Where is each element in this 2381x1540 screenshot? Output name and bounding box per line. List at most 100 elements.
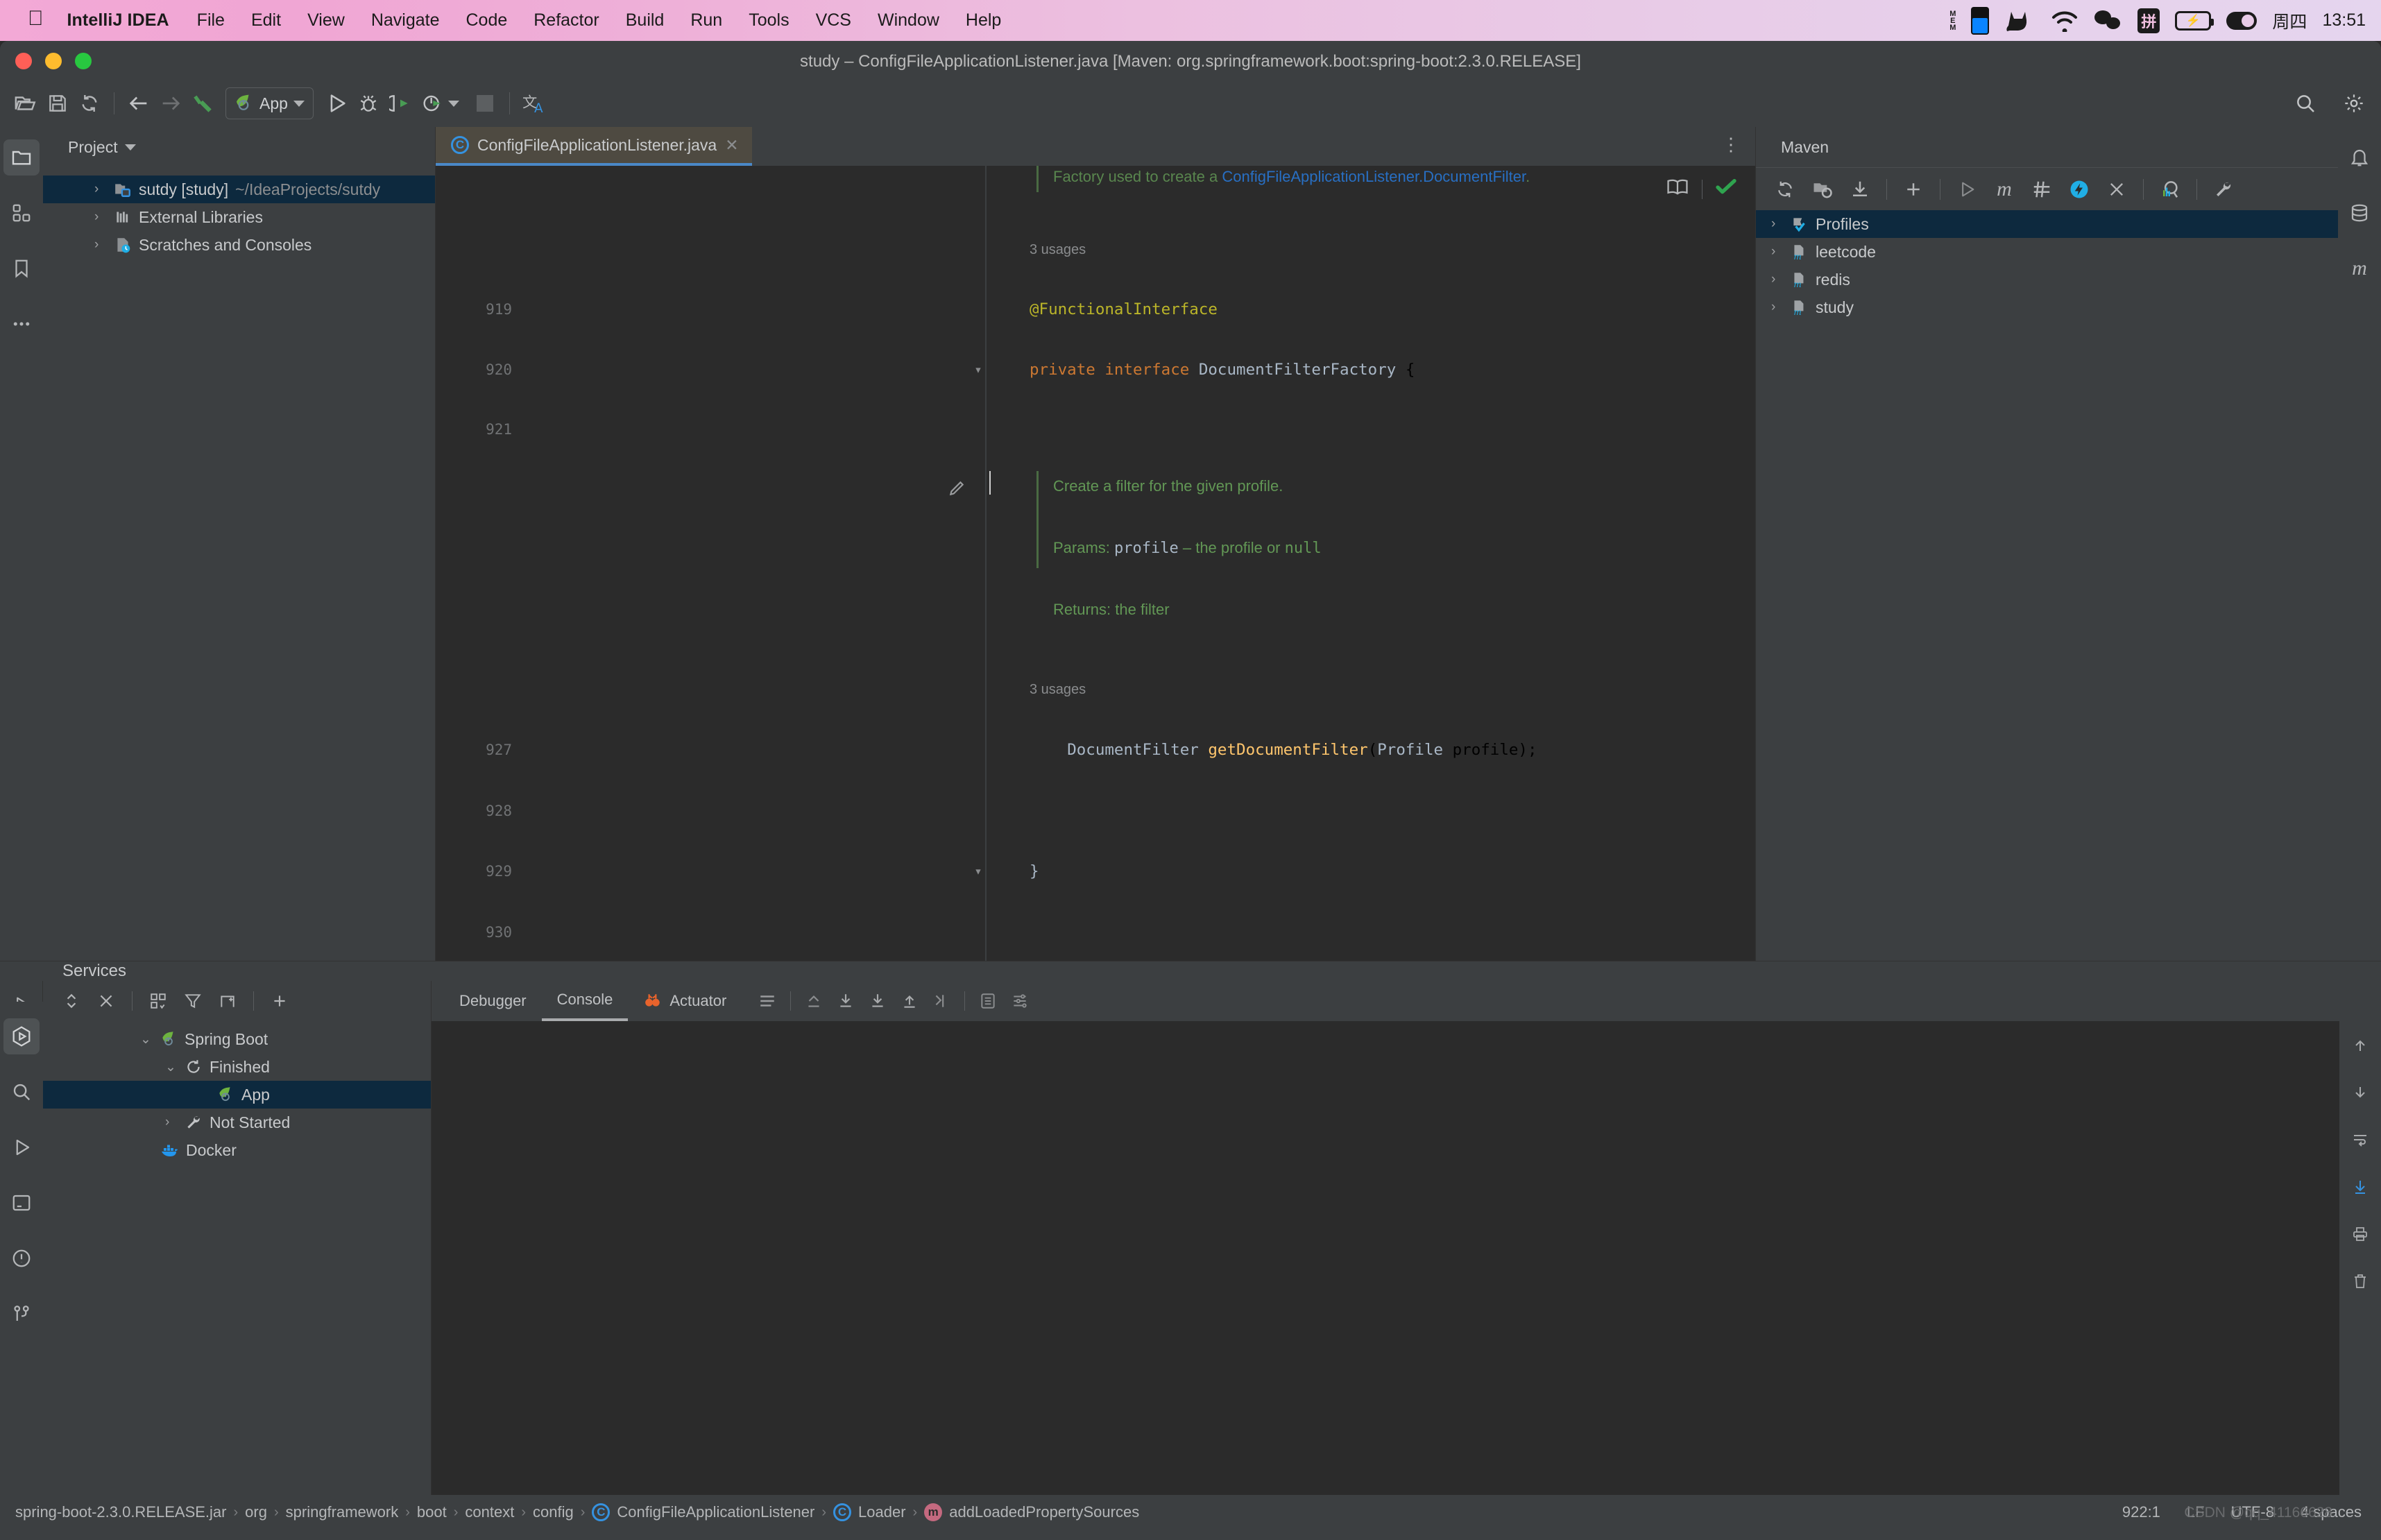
scroll-to-end-icon[interactable] [2344, 1171, 2376, 1203]
project-tree-item-sutdy[interactable]: › sutdy [study] ~/IdeaProjects/sutdy [43, 176, 435, 203]
fold-marker-icon[interactable]: ▾ [970, 864, 987, 879]
execute-goal-icon[interactable] [2063, 173, 2096, 206]
open-folder-icon[interactable] [10, 87, 42, 119]
project-panel-header[interactable]: Project [43, 127, 435, 167]
usages-hint[interactable]: 3 usages [1030, 682, 1086, 698]
project-icon[interactable] [3, 139, 40, 176]
expand-arrow-icon[interactable]: › [165, 1115, 178, 1130]
download-sources-icon[interactable] [1843, 173, 1877, 206]
search-everywhere-icon[interactable] [2289, 87, 2321, 119]
profile-icon[interactable] [416, 87, 448, 119]
database-icon[interactable] [2341, 195, 2378, 231]
fold-marker-icon[interactable]: ▾ [970, 362, 987, 377]
services-tree-item-app[interactable]: App [43, 1081, 431, 1109]
group-by-icon[interactable] [142, 985, 174, 1017]
terminal-icon[interactable] [3, 1185, 40, 1221]
expand-arrow-icon[interactable]: › [1771, 244, 1784, 259]
breadcrumb-boot[interactable]: boot [417, 1503, 447, 1521]
notifications-icon[interactable] [2341, 139, 2378, 176]
menu-code[interactable]: Code [466, 10, 507, 31]
settings-icon[interactable] [1004, 985, 1036, 1017]
editor-tabs-more-icon[interactable]: ⋮ [1722, 134, 1740, 155]
chevron-down-icon[interactable] [293, 100, 305, 107]
maven-tree-item-profiles[interactable]: › Profiles [1756, 210, 2338, 238]
menubar-clock[interactable]: 13:51 [2322, 10, 2366, 31]
memory-indicator-icon[interactable]: MEM [1949, 10, 1956, 31]
close-icon[interactable]: ✕ [725, 136, 738, 155]
maven-panel-header[interactable]: Maven [1756, 127, 2338, 167]
edit-pencil-icon[interactable] [948, 479, 966, 502]
add-maven-project-icon[interactable] [1806, 173, 1839, 206]
settings-gear-icon[interactable] [2338, 87, 2370, 119]
services-tree-item-not-started[interactable]: › Not Started [43, 1109, 431, 1136]
close-icon[interactable] [2100, 173, 2133, 206]
menu-help[interactable]: Help [966, 10, 1001, 31]
reload-all-icon[interactable] [1768, 173, 1802, 206]
maven-m-icon[interactable]: m [1988, 173, 2021, 206]
collapse-arrow-icon[interactable]: ⌄ [140, 1032, 153, 1047]
menu-navigate[interactable]: Navigate [371, 10, 440, 31]
services-tree-item-finished[interactable]: ⌄ Finished [43, 1053, 431, 1081]
maven-icon[interactable]: m [2341, 250, 2378, 286]
breadcrumb-class[interactable]: ConfigFileApplicationListener [617, 1503, 814, 1521]
control-center-toggle-icon[interactable] [2226, 11, 2258, 30]
evaluate-icon[interactable] [972, 985, 1004, 1017]
print-icon[interactable] [2344, 1218, 2376, 1250]
expand-arrow-icon[interactable]: › [1771, 300, 1784, 315]
profile-dropdown-icon[interactable] [447, 100, 459, 107]
services-tree-item-docker[interactable]: Docker [43, 1136, 431, 1164]
debug-button[interactable] [352, 87, 384, 119]
wifi-icon[interactable] [2050, 10, 2079, 32]
chevron-down-icon[interactable] [124, 144, 136, 151]
expand-arrow-icon[interactable]: › [1771, 272, 1784, 287]
profiler-icon[interactable] [2153, 173, 2187, 206]
expand-arrow-icon[interactable]: › [94, 209, 107, 225]
settings-wrench-icon[interactable] [2207, 173, 2240, 206]
tab-actuator[interactable]: Actuator [628, 981, 742, 1021]
translate-icon[interactable]: 文A [518, 87, 550, 119]
menu-run[interactable]: Run [690, 10, 722, 31]
battery-charging-icon[interactable]: ⚡ [2175, 10, 2214, 31]
expand-arrow-icon[interactable]: › [94, 182, 107, 197]
add-service-icon[interactable] [264, 985, 296, 1017]
breadcrumb-inner-class[interactable]: Loader [858, 1503, 906, 1521]
menu-window[interactable]: Window [878, 10, 939, 31]
breadcrumb-jar[interactable]: spring-boot-2.3.0.RELEASE.jar [15, 1503, 227, 1521]
breadcrumb-org[interactable]: org [245, 1503, 267, 1521]
more-icon[interactable] [3, 306, 40, 342]
step-out-icon[interactable] [894, 985, 925, 1017]
close-tab-icon[interactable] [90, 985, 122, 1017]
reading-mode-icon[interactable] [1666, 177, 1689, 201]
stop-button[interactable] [469, 87, 501, 119]
breadcrumb-config[interactable]: config [533, 1503, 574, 1521]
find-icon[interactable] [3, 1074, 40, 1110]
build-hammer-icon[interactable] [187, 87, 219, 119]
console-output-area[interactable] [432, 1021, 2381, 1515]
soft-wrap-icon[interactable] [2344, 1124, 2376, 1156]
menubar-app-name[interactable]: IntelliJ IDEA [67, 10, 169, 31]
menu-edit[interactable]: Edit [251, 10, 281, 31]
menubar-day[interactable]: 周四 [2272, 8, 2307, 33]
breadcrumb-method[interactable]: addLoadedPropertySources [949, 1503, 1139, 1521]
run-to-cursor-icon[interactable] [925, 985, 957, 1017]
menu-view[interactable]: View [307, 10, 345, 31]
breadcrumb-context[interactable]: context [465, 1503, 514, 1521]
menu-build[interactable]: Build [626, 10, 665, 31]
usages-hint[interactable]: 3 usages [1030, 242, 1086, 258]
sync-icon[interactable] [74, 87, 105, 119]
save-all-icon[interactable] [42, 87, 74, 119]
ime-pinyin-icon[interactable]: 拼 [2137, 8, 2160, 33]
editor-tab-configfileapplicationlistener[interactable]: C ConfigFileApplicationListener.java ✕ [436, 127, 753, 166]
tab-debugger[interactable]: Debugger [444, 981, 542, 1021]
services-tree-item-spring-boot[interactable]: ⌄ Spring Boot [43, 1025, 431, 1053]
caret-position[interactable]: 922:1 [2122, 1503, 2160, 1521]
cat-icon[interactable] [2004, 9, 2035, 33]
apple-icon[interactable]:  [28, 8, 44, 29]
scroll-down-icon[interactable] [2344, 1077, 2376, 1109]
run-icon[interactable] [3, 1129, 40, 1165]
services-header[interactable]: Services [0, 961, 2381, 981]
forward-arrow-icon[interactable] [155, 87, 187, 119]
step-over-icon[interactable] [830, 985, 862, 1017]
code-editor[interactable]: Factory used to create a ConfigFileAppli… [436, 166, 1755, 961]
menu-refactor[interactable]: Refactor [534, 10, 599, 31]
